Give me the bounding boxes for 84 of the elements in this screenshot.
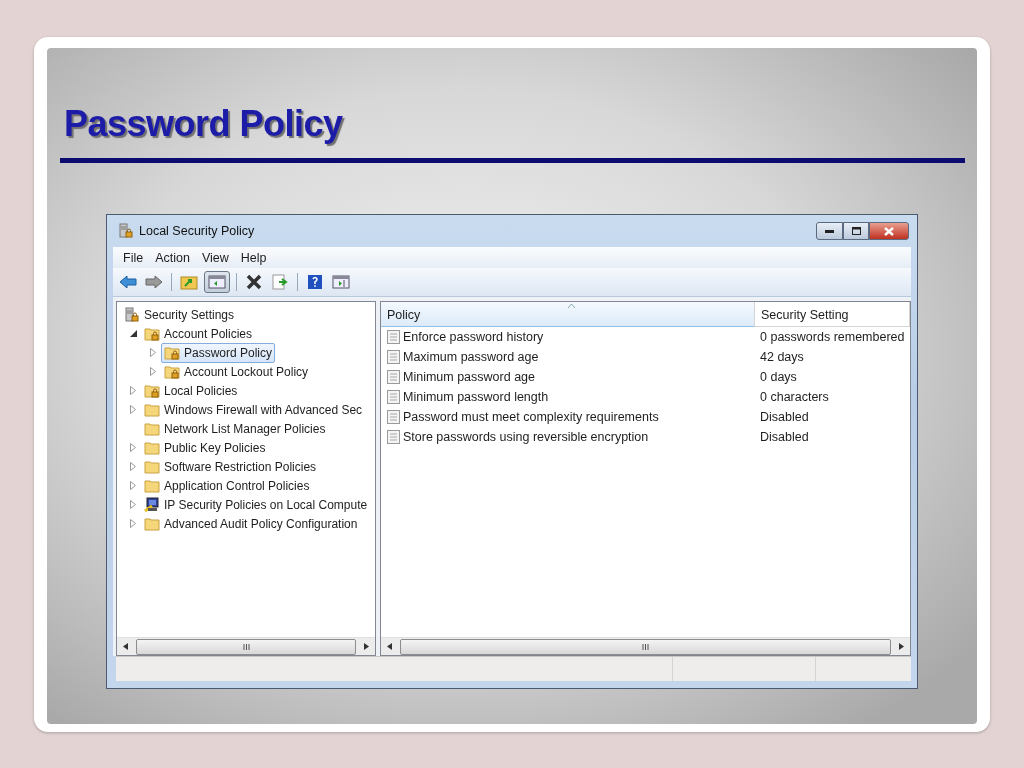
action-pane-icon [332,274,350,290]
close-button[interactable] [869,222,909,240]
locked-folder-icon [144,325,160,342]
tree-item[interactable]: Application Control Policies [141,475,313,496]
folder-up-icon [180,274,198,290]
tree-item[interactable]: Account Policies [141,323,256,344]
tree-item[interactable]: Network List Manager Policies [141,418,329,439]
tree-item[interactable]: Software Restriction Policies [141,456,320,477]
policy-icon [387,410,400,424]
locked-folder-icon [144,382,160,399]
forward-arrow-icon [145,274,163,290]
grip-icon [242,643,250,650]
scroll-left-icon[interactable] [387,643,392,650]
column-header[interactable]: Security Setting [755,302,910,327]
table-cell: Minimum password length [403,390,549,404]
delete-icon [245,274,263,290]
tree-item[interactable]: Password Policy [161,342,276,363]
server-lock-icon [118,223,134,239]
scroll-left-icon[interactable] [123,643,128,650]
table-cell: Store passwords using reversible encryption [403,430,649,444]
scroll-right-icon[interactable] [899,643,904,650]
tree-item[interactable]: IP Security Policies on Local Compute [141,494,371,515]
locked-folder-icon [164,363,180,380]
locked-folder-icon [164,344,180,361]
table-cell: Maximum password age [403,350,539,364]
table-cell: 0 passwords remembered [760,330,905,344]
grip-icon [642,643,649,650]
tree-item[interactable]: Windows Firewall with Advanced Sec [141,399,366,420]
table-cell: Minimum password age [403,370,535,384]
policy-icon [387,350,400,364]
table-cell: 42 days [760,350,804,364]
folder-icon [144,515,160,532]
expanded-arrow-icon[interactable] [129,330,137,337]
collapsed-arrow-icon[interactable] [150,348,156,357]
tree-item[interactable]: Security Settings [121,304,238,325]
folder-icon [144,439,160,456]
tree-item[interactable]: Advanced Audit Policy Configuration [141,513,361,534]
scrollbar-thumb[interactable] [136,638,356,655]
table-cell: Disabled [760,410,809,424]
collapsed-arrow-icon[interactable] [130,481,136,490]
minimize-icon [825,229,834,233]
horizontal-scrollbar[interactable] [117,637,375,655]
tree-item[interactable]: Local Policies [141,380,241,401]
table-cell: 0 days [760,370,797,384]
export-list-icon [271,274,289,290]
slide-title: Password Policy [64,103,344,145]
table-cell: Disabled [760,430,809,444]
menu-item[interactable]: Action [149,248,196,267]
console-tree-icon [208,274,226,290]
server-lock-icon [124,306,140,323]
policy-icon [387,370,400,384]
collapsed-arrow-icon[interactable] [130,519,136,528]
window-title: Local Security Policy [139,224,255,238]
policy-icon [387,330,400,344]
menu-item[interactable]: View [195,248,235,267]
collapsed-arrow-icon[interactable] [130,405,136,414]
menu-item[interactable]: File [117,248,150,267]
folder-icon [144,420,160,437]
column-header[interactable]: Policy [381,302,755,327]
folder-icon [144,458,160,475]
tree-item[interactable]: Public Key Policies [141,437,269,458]
scroll-right-icon[interactable] [364,643,369,650]
minimize-button[interactable] [816,222,843,240]
collapsed-arrow-icon[interactable] [130,443,136,452]
collapsed-arrow-icon[interactable] [130,462,136,471]
tree-item[interactable]: Account Lockout Policy [161,361,312,382]
help-icon [307,274,323,290]
policy-icon [387,430,400,444]
table-cell: Enforce password history [403,330,544,344]
maximize-icon [851,227,861,235]
sort-ascending-icon [567,304,575,308]
table-cell: Password must meet complexity requirements [403,410,659,424]
table-cell: 0 characters [760,390,829,404]
folder-icon [144,477,160,494]
back-arrow-icon [119,274,137,290]
collapsed-arrow-icon[interactable] [130,386,136,395]
close-icon [884,226,894,236]
computer-icon [144,496,160,513]
maximize-button[interactable] [843,222,869,240]
folder-icon [144,401,160,418]
collapsed-arrow-icon[interactable] [130,500,136,509]
collapsed-arrow-icon[interactable] [150,367,156,376]
policy-icon [387,390,400,404]
menu-item[interactable]: Help [234,248,273,267]
